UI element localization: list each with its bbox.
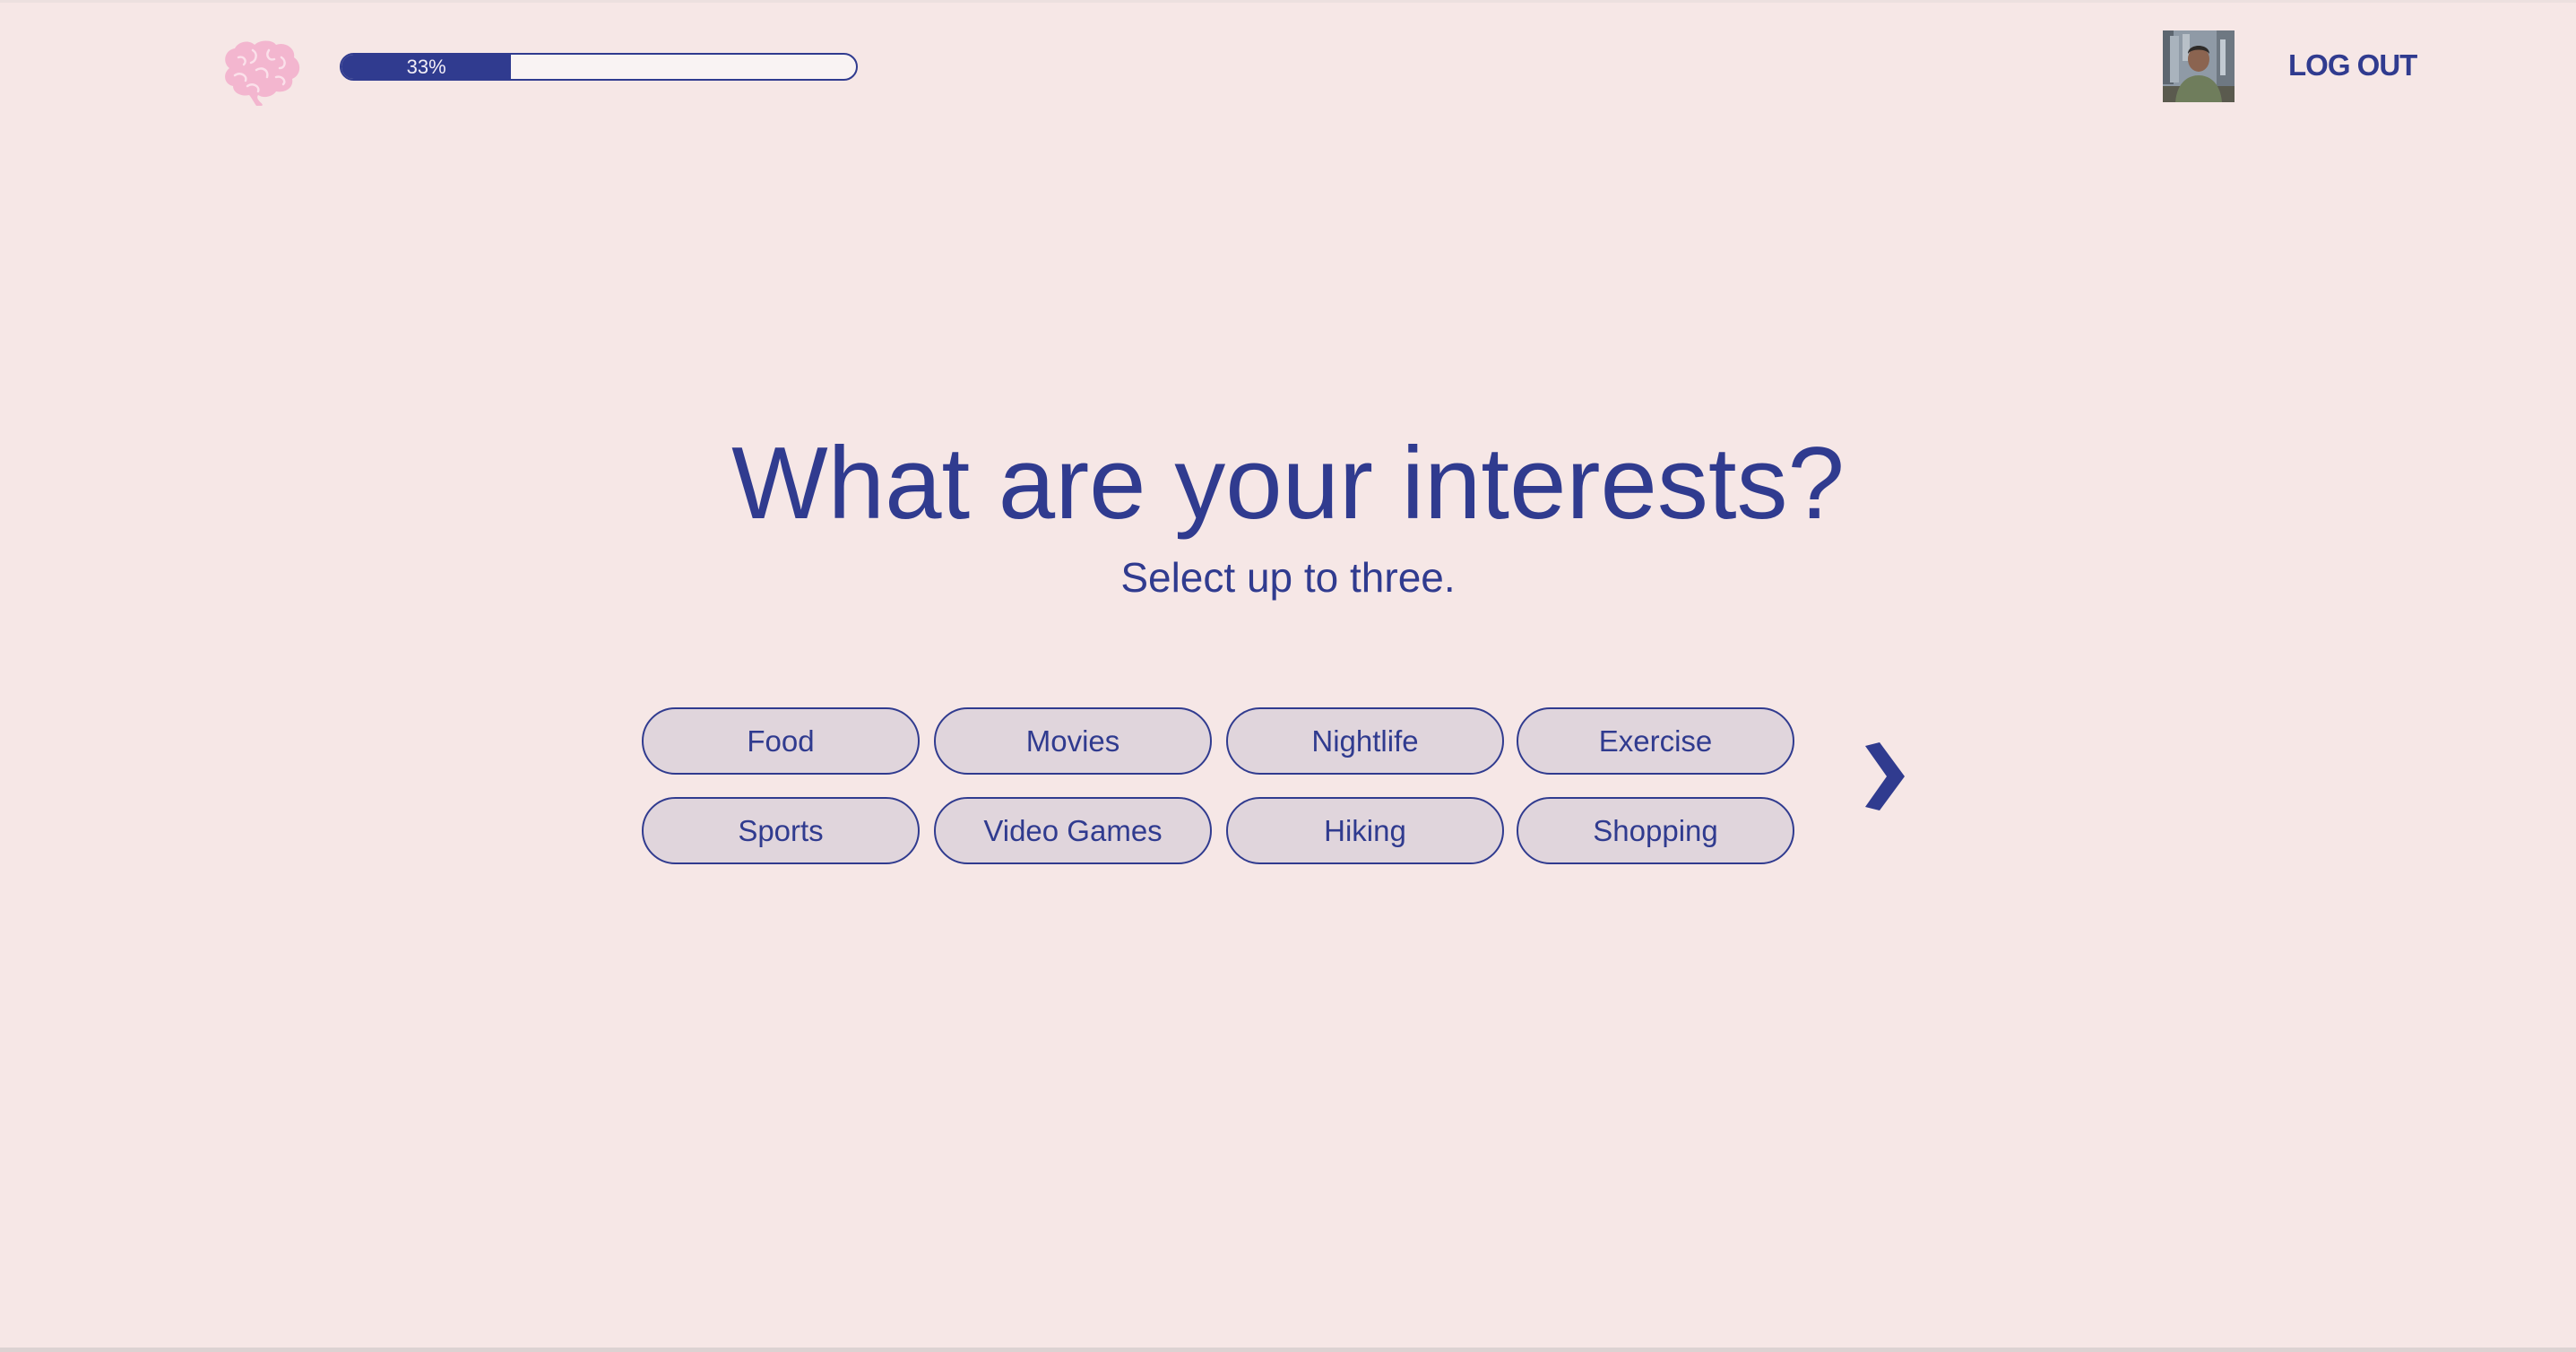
interest-chip-video-games[interactable]: Video Games bbox=[934, 797, 1212, 864]
interest-chip-hiking[interactable]: Hiking bbox=[1226, 797, 1504, 864]
page-subtitle: Select up to three. bbox=[1120, 554, 1456, 601]
interest-chip-sports[interactable]: Sports bbox=[642, 797, 920, 864]
interest-chip-exercise[interactable]: Exercise bbox=[1517, 707, 1794, 775]
interest-chip-shopping[interactable]: Shopping bbox=[1517, 797, 1794, 864]
interest-chip-movies[interactable]: Movies bbox=[934, 707, 1212, 775]
interest-chip-food[interactable]: Food bbox=[642, 707, 920, 775]
progress-fill: 33% bbox=[341, 55, 512, 79]
page-title: What are your interests? bbox=[731, 427, 1845, 541]
progress-bar: 33% bbox=[340, 53, 858, 81]
logout-button[interactable]: LOG OUT bbox=[2288, 45, 2417, 86]
interest-chip-nightlife[interactable]: Nightlife bbox=[1226, 707, 1504, 775]
avatar[interactable] bbox=[2163, 30, 2235, 102]
bottom-border bbox=[0, 1348, 2576, 1352]
brain-icon bbox=[225, 40, 300, 106]
top-border bbox=[0, 0, 2576, 3]
chevron-right-icon[interactable] bbox=[1856, 741, 1910, 812]
progress-label: 33% bbox=[406, 56, 446, 78]
